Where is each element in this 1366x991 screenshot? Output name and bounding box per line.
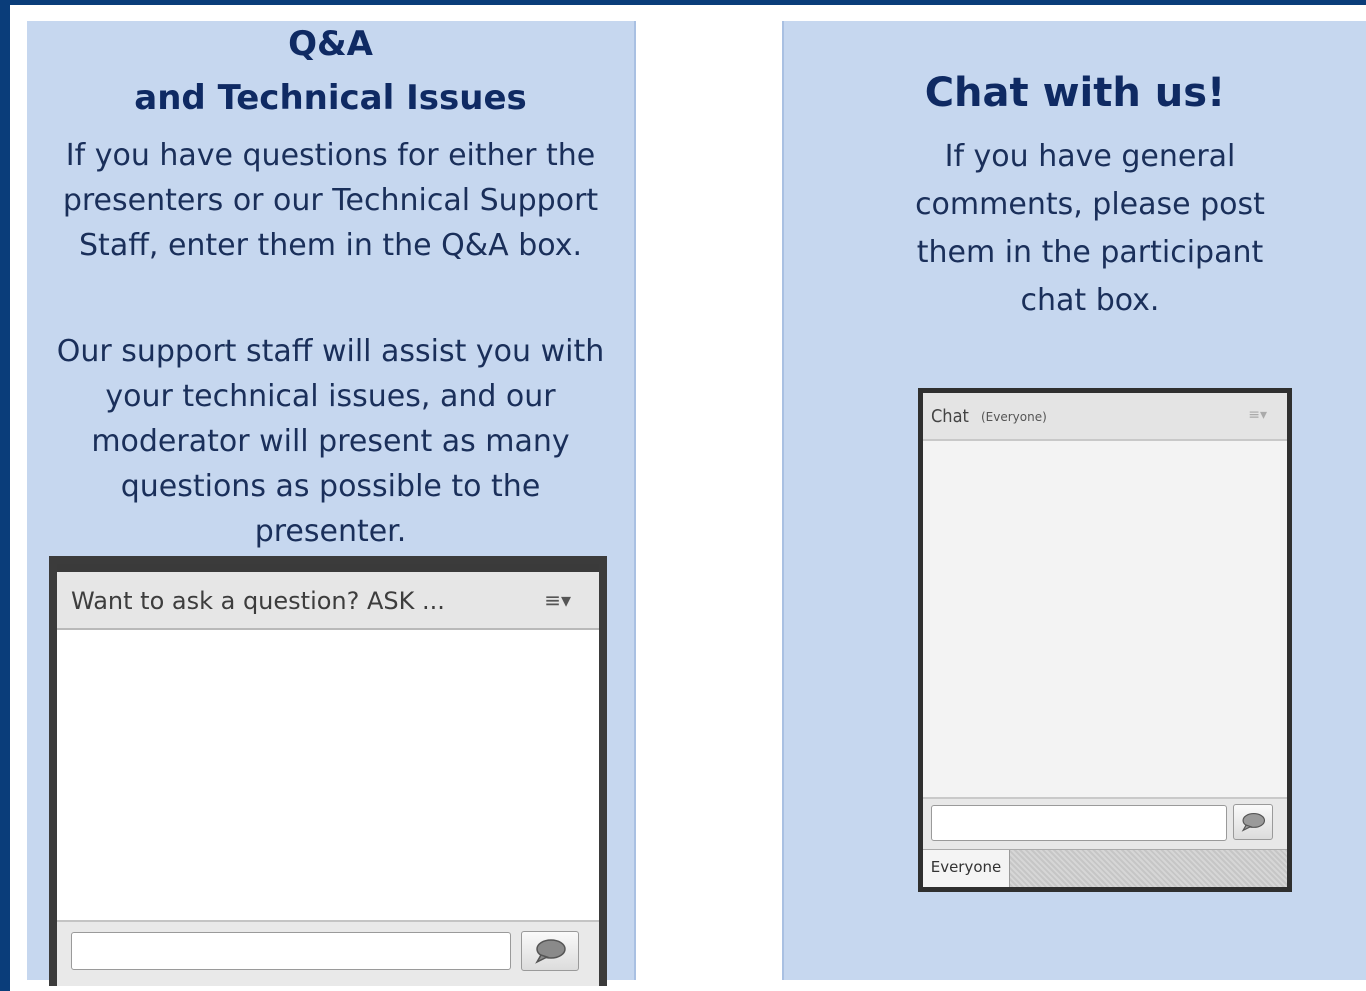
qa-pod: Want to ask a question? ASK ... ≡▾	[49, 556, 607, 986]
qa-support-description: Our support staff will assist you with y…	[56, 334, 605, 549]
chat-info-panel: Chat with us! If you have general commen…	[782, 21, 1366, 980]
qa-title-line2: and Technical Issues	[134, 78, 527, 118]
chat-message-list	[923, 441, 1287, 795]
chat-recipient-bar: Everyone	[923, 849, 1287, 887]
qa-pod-header: Want to ask a question? ASK ... ≡▾	[57, 572, 599, 630]
chat-title: Chat with us!	[924, 70, 1226, 116]
speech-bubble-icon	[535, 939, 566, 964]
chat-pod-title: Chat	[931, 406, 969, 427]
qa-question-input[interactable]	[71, 932, 511, 970]
chat-instructions: If you have general comments, please pos…	[915, 139, 1265, 318]
chat-pod-inner: Chat (Everyone) ≡▾ Everyone	[923, 393, 1287, 887]
pod-menu-icon[interactable]: ≡▾	[1248, 407, 1267, 423]
chat-pod-header: Chat (Everyone) ≡▾	[923, 393, 1287, 441]
speech-bubble-icon	[1241, 813, 1266, 832]
chat-pod: Chat (Everyone) ≡▾ Everyone	[918, 388, 1292, 892]
qa-title-line1: Q&A	[288, 24, 373, 64]
qa-pod-title: Want to ask a question? ASK ...	[71, 587, 445, 615]
qa-send-button[interactable]	[521, 931, 579, 971]
chat-send-button[interactable]	[1233, 804, 1273, 840]
chat-input-row	[923, 797, 1287, 849]
chat-pod-scope: (Everyone)	[981, 410, 1047, 424]
chat-message-input[interactable]	[931, 805, 1227, 841]
qa-instructions: If you have questions for either the pre…	[62, 138, 599, 263]
qa-title: Q&A and Technical Issues	[27, 17, 634, 125]
qa-pod-footer	[57, 920, 599, 986]
pod-menu-icon[interactable]: ≡▾	[544, 588, 571, 612]
qa-message-list	[57, 630, 599, 922]
chat-tab-everyone[interactable]: Everyone	[923, 850, 1010, 887]
qa-info-panel: Q&A and Technical Issues If you have que…	[27, 21, 636, 986]
